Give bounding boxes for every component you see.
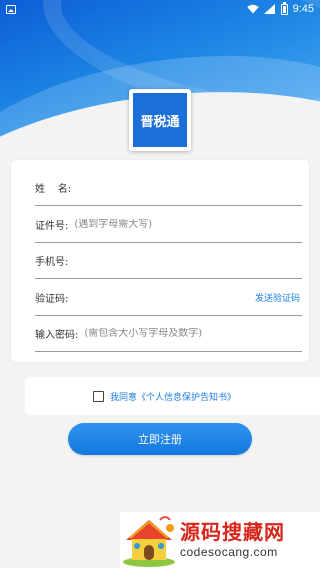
watermark-url: codesocang.com — [180, 545, 278, 559]
status-bar: 9:45 — [0, 0, 320, 18]
password-field-row: 输入密码: — [35, 316, 302, 352]
watermark-title: 源码搜藏网 — [180, 520, 285, 544]
code-label: 验证码: — [35, 294, 69, 305]
id-number-label: 证件号: — [35, 221, 69, 232]
signal-icon — [263, 4, 275, 14]
code-input[interactable] — [74, 292, 255, 303]
password-label: 输入密码: — [35, 330, 79, 341]
id-number-input[interactable] — [74, 219, 302, 230]
name-input[interactable] — [77, 182, 302, 193]
status-time: 9:45 — [292, 3, 314, 15]
wifi-icon — [246, 4, 259, 14]
house-logo-icon — [123, 516, 175, 567]
app-logo: 晋税通 — [129, 89, 191, 151]
register-button[interactable]: 立即注册 — [68, 423, 252, 455]
watermark-banner: 源码搜藏网 codesocang.com — [120, 512, 320, 568]
status-indicators: 9:45 — [246, 1, 314, 15]
phone-input[interactable] — [74, 255, 302, 266]
agreement-checkbox[interactable] — [93, 390, 104, 402]
agreement-link[interactable]: 我同意《个人信息保护告知书》 — [110, 390, 236, 403]
password-input[interactable] — [84, 328, 302, 339]
battery-icon — [280, 1, 288, 15]
registration-form: 姓 名: 证件号: 手机号: 验证码: 发送验证码 输入密码: — [11, 160, 309, 362]
send-code-button[interactable]: 发送验证码 — [255, 291, 300, 304]
id-number-field-row: 证件号: — [35, 207, 302, 243]
code-field-row: 验证码: 发送验证码 — [35, 280, 302, 316]
app-logo-text: 晋税通 — [133, 93, 187, 147]
name-label: 姓 名: — [35, 184, 72, 195]
phone-label: 手机号: — [35, 257, 69, 268]
phone-field-row: 手机号: — [35, 243, 302, 279]
gallery-notification-icon — [6, 4, 16, 14]
agreement-row: 我同意《个人信息保护告知书》 — [25, 377, 320, 415]
name-field-row: 姓 名: — [35, 170, 302, 206]
